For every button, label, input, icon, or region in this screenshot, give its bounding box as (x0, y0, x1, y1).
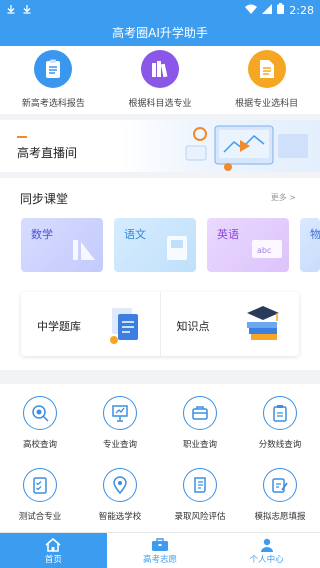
abc-board-icon: abc (251, 238, 283, 266)
quick-action-subject-to-major[interactable]: 根据科目选专业 (107, 46, 214, 114)
download-icon (22, 4, 32, 17)
edit-form-icon (263, 468, 297, 502)
section-title: 同步课堂 (20, 192, 69, 206)
sync-classroom-section: 同步课堂 更多 > 数学 语文 英语 abc 物 中学题库 知识点 (0, 178, 320, 370)
tool-label: 智能选学校 (98, 512, 142, 522)
subject-card-physics[interactable]: 物 (300, 218, 320, 272)
knowledge-point-label: 知识点 (176, 320, 210, 333)
tab-gaokao-application[interactable]: 高考志愿 (107, 533, 214, 568)
scroll-icon (183, 468, 217, 502)
svg-text:abc: abc (257, 246, 271, 255)
report-icon (34, 50, 73, 88)
presentation-icon (103, 396, 137, 430)
knowledge-point-box[interactable]: 知识点 (159, 292, 300, 356)
tab-label: 个人中心 (249, 554, 284, 565)
location-pin-icon (103, 468, 137, 502)
briefcase-icon (183, 396, 217, 430)
title-accent-bar (17, 136, 27, 138)
search-target-icon (23, 396, 57, 430)
question-bank-icon (106, 302, 146, 350)
tool-mock-application[interactable]: 模拟志愿填报 (240, 468, 320, 522)
tool-career-query[interactable]: 职业查询 (160, 396, 240, 450)
home-icon (45, 537, 61, 553)
book-icon (164, 234, 190, 266)
wifi-icon (245, 4, 258, 17)
question-bank-label: 中学题库 (37, 320, 81, 333)
live-room-title: 高考直播间 (17, 146, 78, 160)
app-title: 高考圈AI升学助手 (0, 20, 320, 46)
user-icon (259, 537, 275, 553)
graduation-books-icon (241, 302, 285, 350)
quick-action-label: 新高考选科报告 (21, 99, 85, 109)
quick-action-major-to-subject[interactable]: 根据专业选科目 (213, 46, 320, 114)
bottom-tab-bar: 首页 高考志愿 个人中心 (0, 532, 320, 568)
live-banner-illustration (120, 120, 320, 172)
tool-label: 模拟志愿填报 (254, 512, 306, 522)
download-icon (6, 4, 16, 17)
live-room-banner[interactable]: 高考直播间 (0, 120, 320, 172)
subject-card-label: 英语 (217, 228, 239, 241)
books-icon (141, 50, 179, 88)
tool-label: 分数线查询 (258, 440, 302, 450)
quick-action-label: 根据专业选科目 (235, 99, 299, 109)
subject-card-chinese[interactable]: 语文 (114, 218, 196, 272)
tab-home[interactable]: 首页 (0, 533, 107, 568)
signal-icon (262, 3, 273, 17)
subject-card-english[interactable]: 英语 abc (207, 218, 289, 272)
tool-score-line-query[interactable]: 分数线查询 (240, 396, 320, 450)
study-boxes: 中学题库 知识点 (21, 292, 299, 356)
tool-label: 高校查询 (22, 440, 57, 450)
tab-label: 首页 (44, 554, 62, 565)
briefcase-icon (151, 537, 169, 553)
tool-college-query[interactable]: 高校查询 (0, 396, 80, 450)
quick-actions: 新高考选科报告 根据科目选专业 根据专业选科目 (0, 46, 320, 114)
subject-cards: 数学 语文 英语 abc 物 (21, 218, 320, 272)
subject-card-label: 语文 (124, 228, 146, 241)
subject-card-label: 数学 (31, 228, 53, 241)
tool-label: 测试合专业 (18, 512, 62, 522)
clock: 2:28 (289, 3, 314, 17)
more-link[interactable]: 更多 > (271, 192, 296, 203)
tool-label: 职业查询 (182, 440, 217, 450)
tool-major-query[interactable]: 专业查询 (80, 396, 160, 450)
document-icon (247, 50, 286, 88)
tool-label: 专业查询 (102, 440, 137, 450)
tool-label: 录取风险评估 (174, 512, 226, 522)
quick-action-report[interactable]: 新高考选科报告 (0, 46, 107, 114)
battery-icon (277, 3, 285, 17)
tool-test-major[interactable]: 测试合专业 (0, 468, 80, 522)
tool-smart-school[interactable]: 智能选学校 (80, 468, 160, 522)
clipboard-icon (263, 396, 297, 430)
tab-profile[interactable]: 个人中心 (213, 533, 320, 568)
quick-action-label: 根据科目选专业 (128, 99, 192, 109)
subject-card-label: 物 (310, 228, 320, 241)
subject-card-math[interactable]: 数学 (21, 218, 103, 272)
question-bank-box[interactable]: 中学题库 (21, 292, 160, 356)
tab-label: 高考志愿 (143, 554, 178, 565)
checklist-icon (23, 468, 57, 502)
status-bar: 2:28 (0, 0, 320, 20)
tools-grid: 高校查询 专业查询 职业查询 分数线查询 测试合专业 智能选学校 录取风险评估 … (0, 384, 320, 532)
ruler-triangle-icon (69, 234, 97, 266)
tool-admission-risk[interactable]: 录取风险评估 (160, 468, 240, 522)
